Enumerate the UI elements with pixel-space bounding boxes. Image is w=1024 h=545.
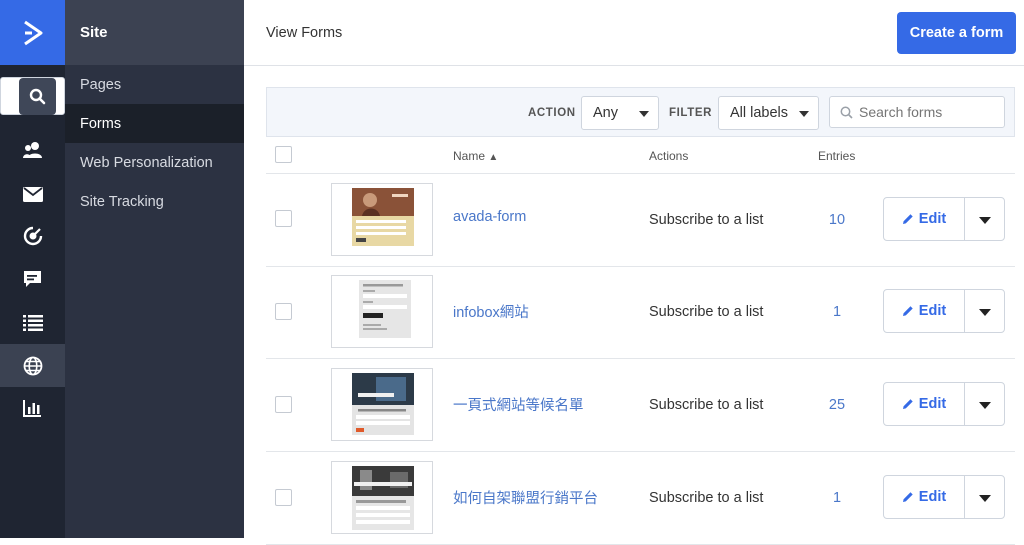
name-column-header[interactable]: Name ▲ bbox=[453, 149, 498, 163]
site-sidebar: Site Pages Forms Web Personalization Sit… bbox=[65, 0, 244, 538]
form-name-link[interactable]: 一頁式網站等候名單 bbox=[453, 394, 584, 415]
pencil-icon bbox=[902, 306, 913, 316]
action-select-value: Any bbox=[593, 105, 618, 121]
more-options-button[interactable] bbox=[964, 475, 1005, 519]
sort-asc-icon: ▲ bbox=[488, 152, 499, 163]
form-action: Subscribe to a list bbox=[649, 212, 764, 228]
label-select-value: All labels bbox=[730, 105, 789, 121]
form-name-link[interactable]: avada-form bbox=[453, 209, 526, 225]
lists-icon[interactable] bbox=[0, 301, 65, 343]
row-checkbox[interactable] bbox=[275, 210, 292, 227]
sidebar-item-site-tracking[interactable]: Site Tracking bbox=[65, 182, 244, 221]
main-content: View Forms Create a form ACTION Any FILT… bbox=[244, 0, 1024, 545]
sidebar-item-web-personalization[interactable]: Web Personalization bbox=[65, 143, 244, 182]
chevron-down-icon bbox=[799, 111, 809, 117]
table-row: 一頁式網站等候名單 Subscribe to a list 25 Edit bbox=[266, 359, 1015, 452]
filter-bar: ACTION Any FILTER All labels bbox=[266, 87, 1015, 137]
form-entries-link[interactable]: 10 bbox=[806, 212, 868, 228]
page-header: View Forms Create a form bbox=[244, 0, 1024, 66]
label-filter-label: FILTER bbox=[669, 107, 712, 119]
form-thumbnail[interactable] bbox=[331, 368, 433, 441]
label-select[interactable]: All labels bbox=[718, 96, 819, 130]
more-options-button[interactable] bbox=[964, 382, 1005, 426]
icon-rail bbox=[0, 0, 65, 538]
more-options-button[interactable] bbox=[964, 197, 1005, 241]
search-forms-input[interactable] bbox=[859, 104, 999, 120]
select-all-checkbox[interactable] bbox=[275, 146, 292, 163]
form-action: Subscribe to a list bbox=[649, 304, 764, 320]
form-entries-link[interactable]: 1 bbox=[806, 304, 868, 320]
row-checkbox[interactable] bbox=[275, 396, 292, 413]
table-row: 如何自架聯盟行銷平台 Subscribe to a list 1 Edit bbox=[266, 452, 1015, 545]
automation-icon[interactable] bbox=[0, 215, 65, 257]
chevron-down-icon bbox=[979, 402, 991, 409]
globe-icon[interactable] bbox=[0, 344, 65, 387]
sidebar-item-pages[interactable]: Pages bbox=[65, 65, 244, 104]
form-action: Subscribe to a list bbox=[649, 397, 764, 413]
actions-column-header: Actions bbox=[649, 149, 689, 163]
chevron-down-icon bbox=[979, 309, 991, 316]
chevron-down-icon bbox=[979, 217, 991, 224]
row-checkbox[interactable] bbox=[275, 489, 292, 506]
pencil-icon bbox=[902, 399, 913, 409]
sidebar-item-forms[interactable]: Forms bbox=[65, 104, 244, 143]
form-thumbnail[interactable] bbox=[331, 275, 433, 348]
sidebar-title: Site bbox=[65, 0, 244, 65]
edit-button[interactable]: Edit bbox=[883, 289, 965, 333]
contacts-icon[interactable] bbox=[0, 129, 65, 171]
form-action: Subscribe to a list bbox=[649, 490, 764, 506]
form-entries-link[interactable]: 1 bbox=[806, 490, 868, 506]
table-header: Name ▲ Actions Entries bbox=[266, 137, 1015, 174]
edit-button[interactable]: Edit bbox=[883, 475, 965, 519]
create-form-button[interactable]: Create a form bbox=[897, 11, 1016, 54]
form-name-link[interactable]: infobox網站 bbox=[453, 301, 529, 322]
row-checkbox[interactable] bbox=[275, 303, 292, 320]
pencil-icon bbox=[902, 214, 913, 224]
form-thumbnail[interactable] bbox=[331, 461, 433, 534]
more-options-button[interactable] bbox=[964, 289, 1005, 333]
search-nav[interactable] bbox=[0, 77, 65, 115]
page-title: View Forms bbox=[266, 24, 343, 41]
entries-column-header[interactable]: Entries bbox=[818, 149, 855, 163]
chevron-down-icon bbox=[639, 111, 649, 117]
logo-chevron-icon[interactable] bbox=[0, 0, 65, 65]
action-select[interactable]: Any bbox=[581, 96, 659, 130]
pencil-icon bbox=[902, 492, 913, 502]
table-row: infobox網站 Subscribe to a list 1 Edit bbox=[266, 266, 1015, 359]
reports-icon[interactable] bbox=[0, 387, 65, 429]
table-row: avada-form Subscribe to a list 10 Edit bbox=[266, 174, 1015, 267]
form-thumbnail[interactable] bbox=[331, 183, 433, 256]
form-name-link[interactable]: 如何自架聯盟行銷平台 bbox=[453, 487, 598, 508]
edit-button[interactable]: Edit bbox=[883, 382, 965, 426]
search-icon bbox=[19, 77, 56, 115]
chevron-down-icon bbox=[979, 495, 991, 502]
edit-button[interactable]: Edit bbox=[883, 197, 965, 241]
search-icon bbox=[840, 106, 853, 119]
action-filter-label: ACTION bbox=[528, 107, 576, 119]
mail-icon[interactable] bbox=[0, 173, 65, 215]
chat-icon[interactable] bbox=[0, 258, 65, 300]
form-entries-link[interactable]: 25 bbox=[806, 397, 868, 413]
search-forms-field[interactable] bbox=[829, 96, 1005, 128]
